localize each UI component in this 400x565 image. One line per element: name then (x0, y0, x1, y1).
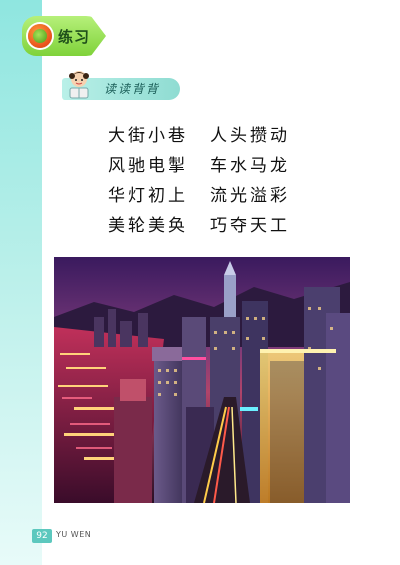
idiom: 美轮美奂 (108, 215, 188, 236)
idiom: 车水马龙 (210, 155, 290, 176)
section-title: 练习 (58, 28, 91, 46)
idiom-row: 风驰电掣 车水马龙 (108, 148, 308, 178)
subheading-title: 读读背背 (104, 82, 161, 96)
idiom-row: 大街小巷 人头攒动 (108, 118, 308, 148)
idiom: 流光溢彩 (210, 185, 290, 206)
page-number: 92 (32, 529, 52, 543)
idiom-row: 华灯初上 流光溢彩 (108, 178, 308, 208)
idiom: 大街小巷 (108, 125, 188, 146)
idiom: 人头攒动 (210, 125, 290, 146)
side-band (0, 0, 42, 565)
idiom-row: 美轮美奂 巧夺天工 (108, 208, 308, 238)
city-night-photo (54, 257, 350, 503)
idiom: 风驰电掣 (108, 155, 188, 176)
idiom: 巧夺天工 (210, 215, 290, 236)
idiom: 华灯初上 (108, 185, 188, 206)
reading-child-icon (69, 71, 89, 99)
footer-label: YU WEN (56, 530, 92, 539)
idiom-list: 大街小巷 人头攒动 风驰电掣 车水马龙 华灯初上 流光溢彩 美轮美奂 巧夺天工 (108, 118, 308, 238)
city-night-illustration (54, 257, 350, 503)
section-badge-icon (28, 24, 52, 48)
